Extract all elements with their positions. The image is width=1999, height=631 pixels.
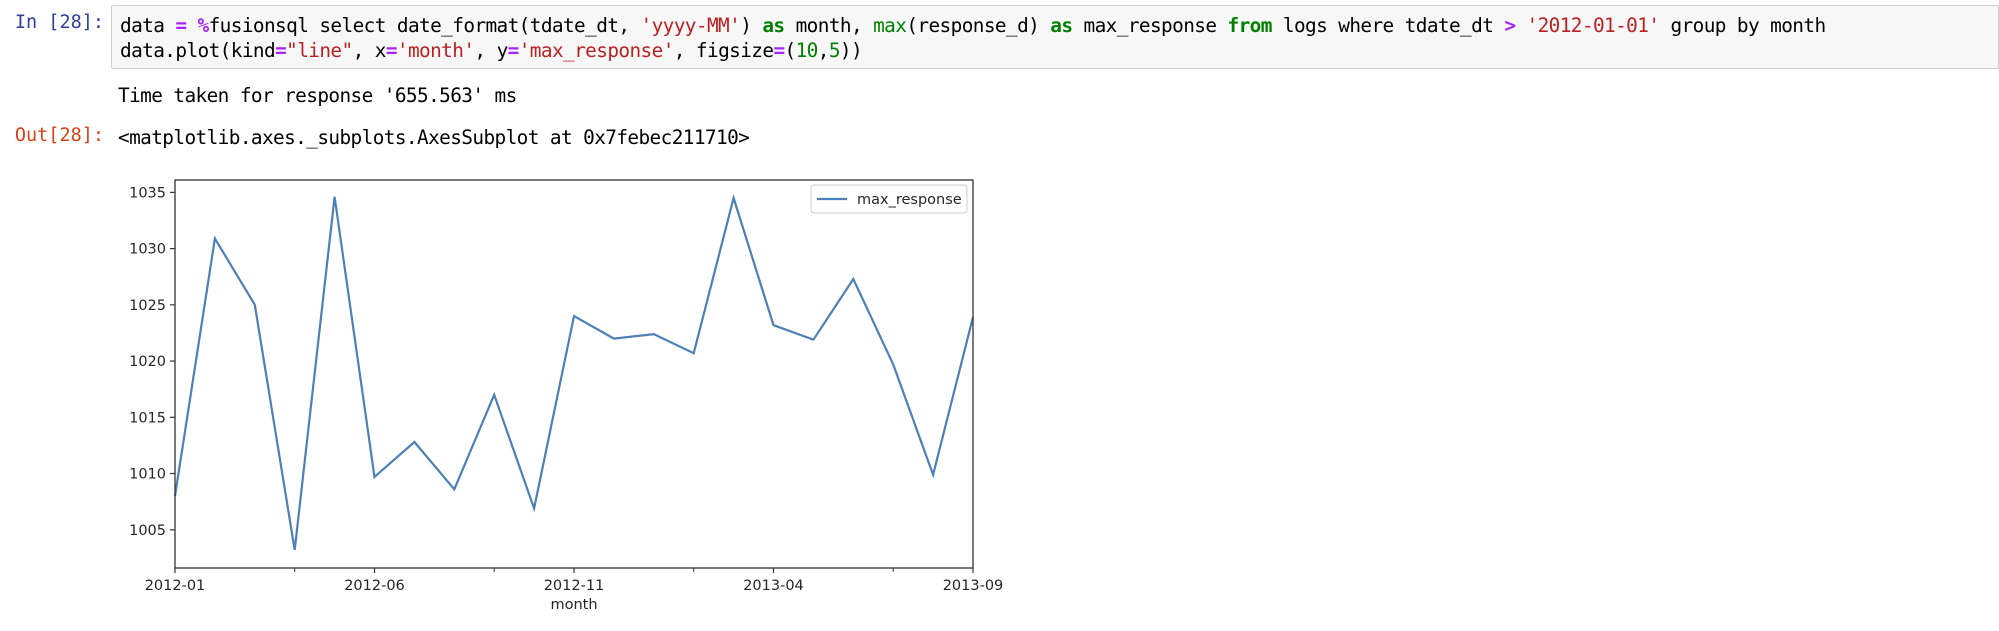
x-tick-label: 2012-11 [544, 578, 605, 594]
y-tick-label: 1025 [129, 298, 166, 314]
y-tick-label: 1005 [129, 523, 166, 539]
y-tick-label: 1010 [129, 467, 166, 483]
x-tick-label: 2012-06 [344, 578, 405, 594]
x-tick-label: 2013-09 [943, 578, 1004, 594]
legend-label: max_response [857, 192, 962, 208]
x-tick-label: 2013-04 [743, 578, 804, 594]
y-tick-label: 1015 [129, 410, 166, 426]
y-tick-label: 1035 [129, 185, 166, 201]
y-tick-label: 1020 [129, 354, 166, 370]
line-chart: 1005 1010 1015 1020 1025 1030 1035 2012-01 2012-… [129, 179, 1004, 613]
plot-area [175, 180, 973, 568]
y-tick-label: 1030 [129, 242, 166, 258]
x-axis-label: month [550, 597, 597, 613]
x-tick-label: 2012-01 [145, 578, 206, 594]
